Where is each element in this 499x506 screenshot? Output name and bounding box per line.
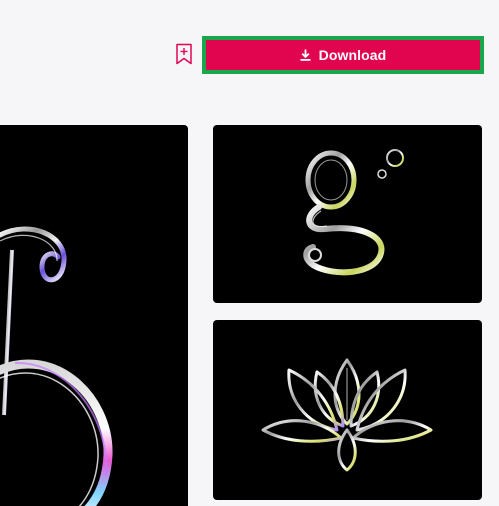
download-icon (300, 49, 311, 61)
page: Download (0, 0, 499, 506)
bookmark-add-button[interactable] (175, 43, 193, 65)
gallery-image-letter-g[interactable] (213, 125, 482, 303)
chrome-lotus-artwork (261, 358, 433, 472)
download-button[interactable]: Download (202, 36, 484, 74)
download-label: Download (318, 47, 387, 63)
gallery-image-lotus[interactable] (213, 320, 482, 500)
chrome-number-5-artwork (0, 226, 113, 506)
gallery-image-number-5[interactable] (0, 125, 188, 506)
download-button-content: Download (206, 40, 480, 70)
bookmark-add-icon (176, 43, 192, 65)
chrome-letter-g-artwork (303, 149, 404, 276)
